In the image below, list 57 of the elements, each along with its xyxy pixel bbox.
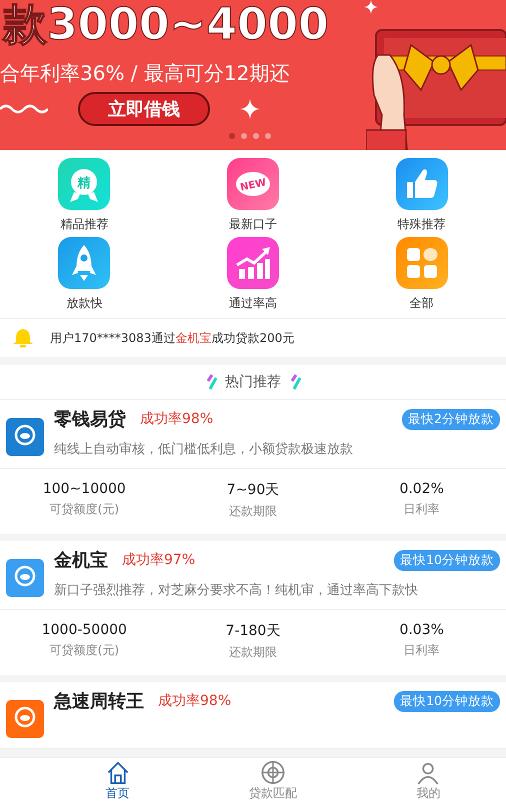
stat-label: 可贷额度(元) <box>50 501 120 518</box>
category-label[interactable]: 特殊推荐 <box>398 216 446 233</box>
sparkle-icon <box>364 0 378 14</box>
product-name: 急速周转王 <box>54 690 144 713</box>
borrow-now-button[interactable]: 立即借钱 <box>78 92 210 126</box>
carousel-dot[interactable] <box>265 133 271 139</box>
section-title: 热门推荐 <box>225 373 281 391</box>
banner[interactable]: 款3000~4000 合年利率36% / 最高可分12期还 立即借钱 <box>0 0 506 150</box>
category-label[interactable]: 通过率高 <box>228 295 277 312</box>
product-description: 新口子强烈推荐，对芝麻分要求不高！纯机审，通过率高下款快 <box>54 582 419 599</box>
banner-subtitle: 合年利率36% / 最高可分12期还 <box>0 60 290 86</box>
success-rate: 成功率97% <box>122 551 196 569</box>
product-name: 零钱易贷 <box>54 408 126 431</box>
category-label[interactable]: 最新口子 <box>228 216 277 233</box>
speed-badge: 最快2分钟放款 <box>402 408 500 430</box>
category-label[interactable]: 放款快 <box>66 295 102 312</box>
product-card[interactable]: 金机宝 成功率97% 最快10分钟放款 新口子强烈推荐，对芝麻分要求不高！纯机审，通过率高下款快 1000-50000 可贷额度(元) 7-180天 还款期限 0.03% 日利率 <box>0 541 506 675</box>
loan-notice-text: 用户170****3083通过金机宝成功贷款200元 <box>50 330 294 346</box>
success-rate: 成功率98% <box>158 692 232 710</box>
nav-tab[interactable]: 首页 <box>40 758 196 804</box>
chart-category-icon[interactable] <box>226 237 279 289</box>
stat-value: 0.02% <box>399 481 444 497</box>
product-card[interactable]: 零钱易贷 成功率98% 最快2分钟放款 纯线上自动审核，低门槛低利息，小额贷款极速放款 100~10000 可贷额度(元) 7~90天 还款期限 0.02% 日利率 <box>0 400 506 534</box>
slash-icon <box>205 374 217 390</box>
nav-tab[interactable]: 贷款匹配 <box>195 758 351 804</box>
stat-value: 7-180天 <box>226 622 280 640</box>
stat-value: 7~90天 <box>226 481 280 499</box>
stat-label: 还款期限 <box>229 644 277 661</box>
stat-label: 还款期限 <box>229 503 277 520</box>
stat-value: 100~10000 <box>42 481 126 497</box>
carousel-dot[interactable] <box>253 133 259 139</box>
nav-tab[interactable]: 我的 <box>350 758 506 804</box>
banner-headline: 款3000~4000 <box>1 0 330 50</box>
stat-label: 可贷额度(元) <box>50 642 120 659</box>
product-name: 金机宝 <box>54 549 108 572</box>
category-label[interactable]: 全部 <box>410 295 434 312</box>
carousel-dot[interactable] <box>241 133 247 139</box>
success-rate: 成功率98% <box>140 410 214 428</box>
sparkle-icon <box>240 99 260 119</box>
stat-value: 1000-50000 <box>42 622 127 638</box>
product-card[interactable]: 急速周转王 成功率98% 最快10分钟放款 <box>0 682 506 749</box>
wave-icon <box>0 103 48 115</box>
rocket-category-icon[interactable] <box>58 237 110 289</box>
stat-label: 日利率 <box>404 642 440 659</box>
crosshair-icon <box>260 760 286 785</box>
stat-label: 日利率 <box>404 501 440 518</box>
carousel-dot[interactable] <box>229 133 235 139</box>
slash-icon <box>289 374 301 390</box>
category-label[interactable]: 精品推荐 <box>60 216 108 233</box>
speed-badge: 最快10分钟放款 <box>394 550 500 570</box>
speed-badge: 最快10分钟放款 <box>394 690 500 712</box>
product-description: 纯线上自动审核，低门槛低利息，小额贷款极速放款 <box>54 441 354 458</box>
new-category-icon[interactable]: NEW <box>226 158 279 210</box>
bell-icon <box>12 328 34 348</box>
thumb-category-icon[interactable] <box>396 158 448 210</box>
stat-value: 0.03% <box>399 622 444 638</box>
all-category-icon[interactable] <box>396 237 448 289</box>
